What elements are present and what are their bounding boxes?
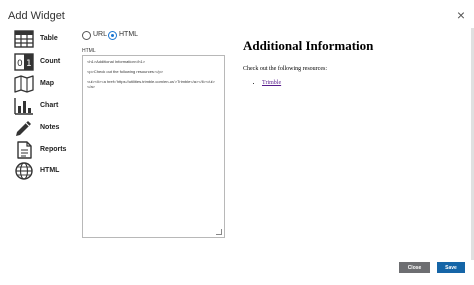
sidebar-item-label: HTML (40, 167, 60, 174)
sidebar-item-notes[interactable]: Notes (12, 119, 74, 139)
reports-icon (17, 141, 32, 159)
sidebar-item-table[interactable]: Table (12, 30, 74, 50)
chart-icon (14, 98, 33, 115)
html-preview: Additional Information Check out the fol… (243, 38, 458, 86)
radio-circle[interactable] (82, 31, 91, 40)
close-button[interactable]: Close (399, 262, 430, 273)
editor-line: </a> (87, 84, 96, 89)
preview-list: Trimble (243, 80, 458, 86)
sidebar-item-label: Chart (40, 102, 59, 109)
sidebar-item-label: Count (40, 58, 61, 65)
svg-text:0: 0 (17, 59, 23, 69)
radio-label-html: HTML (119, 31, 139, 38)
sidebar-item-count[interactable]: 0 1 Count (12, 53, 74, 73)
sidebar-item-chart[interactable]: Chart (12, 97, 74, 117)
save-button[interactable]: Save (437, 262, 465, 273)
map-icon (14, 75, 34, 93)
sidebar-item-label: Map (40, 80, 54, 87)
dialog-title: Add Widget (8, 10, 65, 22)
list-item: Trimble (262, 80, 458, 86)
sidebar-item-reports[interactable]: Reports (12, 141, 74, 161)
radio-html[interactable]: HTML (108, 31, 148, 41)
sidebar-item-label: Table (40, 35, 58, 42)
preview-paragraph: Check out the following resources: (243, 66, 327, 72)
preview-link-trimble[interactable]: Trimble (262, 80, 281, 86)
sidebar-item-label: Notes (40, 124, 60, 131)
close-icon[interactable]: × (457, 8, 465, 22)
resize-handle[interactable] (216, 229, 222, 235)
editor-line: <ul><li><a href='https://utilities.trimb… (87, 79, 215, 84)
table-icon (14, 30, 34, 48)
svg-text:1: 1 (26, 59, 32, 69)
sidebar-item-map[interactable]: Map (12, 75, 74, 95)
html-field-label: HTML (82, 48, 96, 54)
sidebar-item-label: Reports (40, 146, 67, 153)
html-editor-textarea[interactable]: <h1>Additional Information</h1> <p>Check… (82, 55, 225, 238)
sidebar-item-html[interactable]: HTML (12, 162, 74, 182)
radio-label-url: URL (93, 31, 108, 38)
globe-icon (15, 162, 33, 180)
pencil-icon (16, 121, 31, 136)
radio-circle-selected[interactable] (108, 31, 117, 40)
count-icon: 0 1 (14, 53, 34, 71)
preview-heading: Additional Information (243, 38, 374, 53)
